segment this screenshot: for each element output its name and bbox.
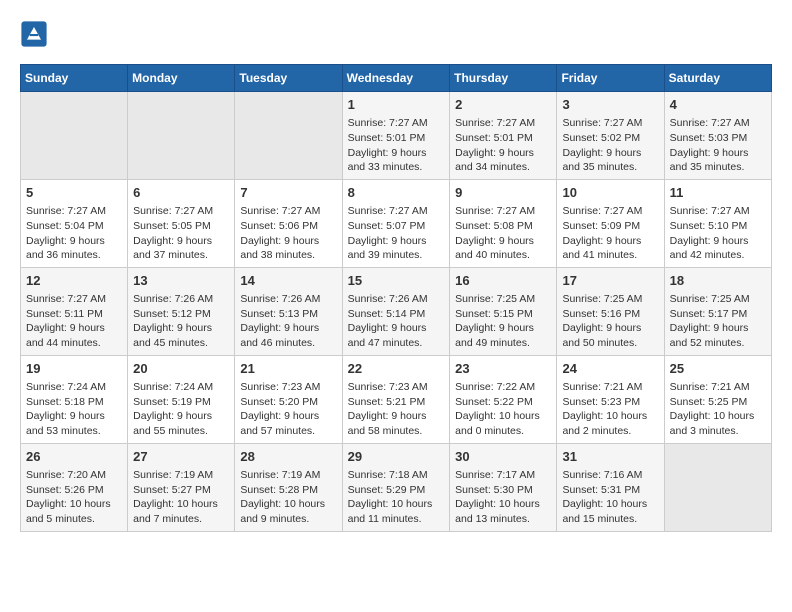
day-number: 16 [455, 272, 551, 290]
calendar-day-cell: 3Sunrise: 7:27 AMSunset: 5:02 PMDaylight… [557, 92, 664, 180]
day-number: 13 [133, 272, 229, 290]
calendar-day-cell: 29Sunrise: 7:18 AMSunset: 5:29 PMDayligh… [342, 443, 450, 531]
calendar-header: SundayMondayTuesdayWednesdayThursdayFrid… [21, 65, 772, 92]
calendar-day-cell: 24Sunrise: 7:21 AMSunset: 5:23 PMDayligh… [557, 355, 664, 443]
calendar-day-cell: 22Sunrise: 7:23 AMSunset: 5:21 PMDayligh… [342, 355, 450, 443]
day-number: 31 [562, 448, 658, 466]
calendar-day-cell: 7Sunrise: 7:27 AMSunset: 5:06 PMDaylight… [235, 179, 342, 267]
day-number: 17 [562, 272, 658, 290]
calendar-day-cell [21, 92, 128, 180]
calendar-body: 1Sunrise: 7:27 AMSunset: 5:01 PMDaylight… [21, 92, 772, 532]
day-number: 15 [348, 272, 445, 290]
calendar-day-cell: 2Sunrise: 7:27 AMSunset: 5:01 PMDaylight… [450, 92, 557, 180]
logo-icon [20, 20, 48, 48]
day-number: 25 [670, 360, 766, 378]
calendar-day-cell: 14Sunrise: 7:26 AMSunset: 5:13 PMDayligh… [235, 267, 342, 355]
day-number: 7 [240, 184, 336, 202]
calendar-day-cell: 8Sunrise: 7:27 AMSunset: 5:07 PMDaylight… [342, 179, 450, 267]
day-number: 28 [240, 448, 336, 466]
calendar-day-cell: 17Sunrise: 7:25 AMSunset: 5:16 PMDayligh… [557, 267, 664, 355]
day-number: 4 [670, 96, 766, 114]
day-number: 1 [348, 96, 445, 114]
calendar-day-cell: 11Sunrise: 7:27 AMSunset: 5:10 PMDayligh… [664, 179, 771, 267]
day-number: 26 [26, 448, 122, 466]
calendar-day-cell: 25Sunrise: 7:21 AMSunset: 5:25 PMDayligh… [664, 355, 771, 443]
day-number: 29 [348, 448, 445, 466]
calendar-week-row: 5Sunrise: 7:27 AMSunset: 5:04 PMDaylight… [21, 179, 772, 267]
calendar-day-cell: 20Sunrise: 7:24 AMSunset: 5:19 PMDayligh… [128, 355, 235, 443]
calendar-week-row: 19Sunrise: 7:24 AMSunset: 5:18 PMDayligh… [21, 355, 772, 443]
day-number: 22 [348, 360, 445, 378]
calendar-day-cell: 5Sunrise: 7:27 AMSunset: 5:04 PMDaylight… [21, 179, 128, 267]
calendar-day-cell: 9Sunrise: 7:27 AMSunset: 5:08 PMDaylight… [450, 179, 557, 267]
calendar-day-cell: 1Sunrise: 7:27 AMSunset: 5:01 PMDaylight… [342, 92, 450, 180]
day-number: 20 [133, 360, 229, 378]
calendar-day-cell: 4Sunrise: 7:27 AMSunset: 5:03 PMDaylight… [664, 92, 771, 180]
calendar-day-cell: 16Sunrise: 7:25 AMSunset: 5:15 PMDayligh… [450, 267, 557, 355]
calendar-day-cell: 10Sunrise: 7:27 AMSunset: 5:09 PMDayligh… [557, 179, 664, 267]
calendar-day-cell: 19Sunrise: 7:24 AMSunset: 5:18 PMDayligh… [21, 355, 128, 443]
calendar-table: SundayMondayTuesdayWednesdayThursdayFrid… [20, 64, 772, 532]
calendar-day-cell: 21Sunrise: 7:23 AMSunset: 5:20 PMDayligh… [235, 355, 342, 443]
day-number: 19 [26, 360, 122, 378]
day-of-week-header: Monday [128, 65, 235, 92]
day-number: 30 [455, 448, 551, 466]
page-header [20, 20, 772, 48]
calendar-week-row: 1Sunrise: 7:27 AMSunset: 5:01 PMDaylight… [21, 92, 772, 180]
days-of-week-row: SundayMondayTuesdayWednesdayThursdayFrid… [21, 65, 772, 92]
calendar-day-cell: 31Sunrise: 7:16 AMSunset: 5:31 PMDayligh… [557, 443, 664, 531]
day-of-week-header: Thursday [450, 65, 557, 92]
calendar-day-cell: 28Sunrise: 7:19 AMSunset: 5:28 PMDayligh… [235, 443, 342, 531]
calendar-day-cell: 18Sunrise: 7:25 AMSunset: 5:17 PMDayligh… [664, 267, 771, 355]
day-number: 14 [240, 272, 336, 290]
day-of-week-header: Wednesday [342, 65, 450, 92]
day-of-week-header: Tuesday [235, 65, 342, 92]
day-number: 23 [455, 360, 551, 378]
calendar-day-cell [128, 92, 235, 180]
calendar-day-cell: 12Sunrise: 7:27 AMSunset: 5:11 PMDayligh… [21, 267, 128, 355]
day-of-week-header: Sunday [21, 65, 128, 92]
calendar-day-cell: 23Sunrise: 7:22 AMSunset: 5:22 PMDayligh… [450, 355, 557, 443]
day-number: 24 [562, 360, 658, 378]
calendar-week-row: 26Sunrise: 7:20 AMSunset: 5:26 PMDayligh… [21, 443, 772, 531]
calendar-day-cell: 30Sunrise: 7:17 AMSunset: 5:30 PMDayligh… [450, 443, 557, 531]
day-number: 8 [348, 184, 445, 202]
calendar-day-cell: 26Sunrise: 7:20 AMSunset: 5:26 PMDayligh… [21, 443, 128, 531]
day-of-week-header: Friday [557, 65, 664, 92]
day-number: 18 [670, 272, 766, 290]
day-number: 9 [455, 184, 551, 202]
day-number: 10 [562, 184, 658, 202]
day-number: 3 [562, 96, 658, 114]
day-number: 6 [133, 184, 229, 202]
day-of-week-header: Saturday [664, 65, 771, 92]
calendar-day-cell: 13Sunrise: 7:26 AMSunset: 5:12 PMDayligh… [128, 267, 235, 355]
day-number: 12 [26, 272, 122, 290]
day-number: 2 [455, 96, 551, 114]
day-number: 11 [670, 184, 766, 202]
logo [20, 20, 52, 48]
day-number: 5 [26, 184, 122, 202]
calendar-day-cell: 15Sunrise: 7:26 AMSunset: 5:14 PMDayligh… [342, 267, 450, 355]
day-number: 27 [133, 448, 229, 466]
calendar-day-cell: 6Sunrise: 7:27 AMSunset: 5:05 PMDaylight… [128, 179, 235, 267]
calendar-day-cell [664, 443, 771, 531]
calendar-day-cell: 27Sunrise: 7:19 AMSunset: 5:27 PMDayligh… [128, 443, 235, 531]
calendar-week-row: 12Sunrise: 7:27 AMSunset: 5:11 PMDayligh… [21, 267, 772, 355]
day-number: 21 [240, 360, 336, 378]
calendar-day-cell [235, 92, 342, 180]
